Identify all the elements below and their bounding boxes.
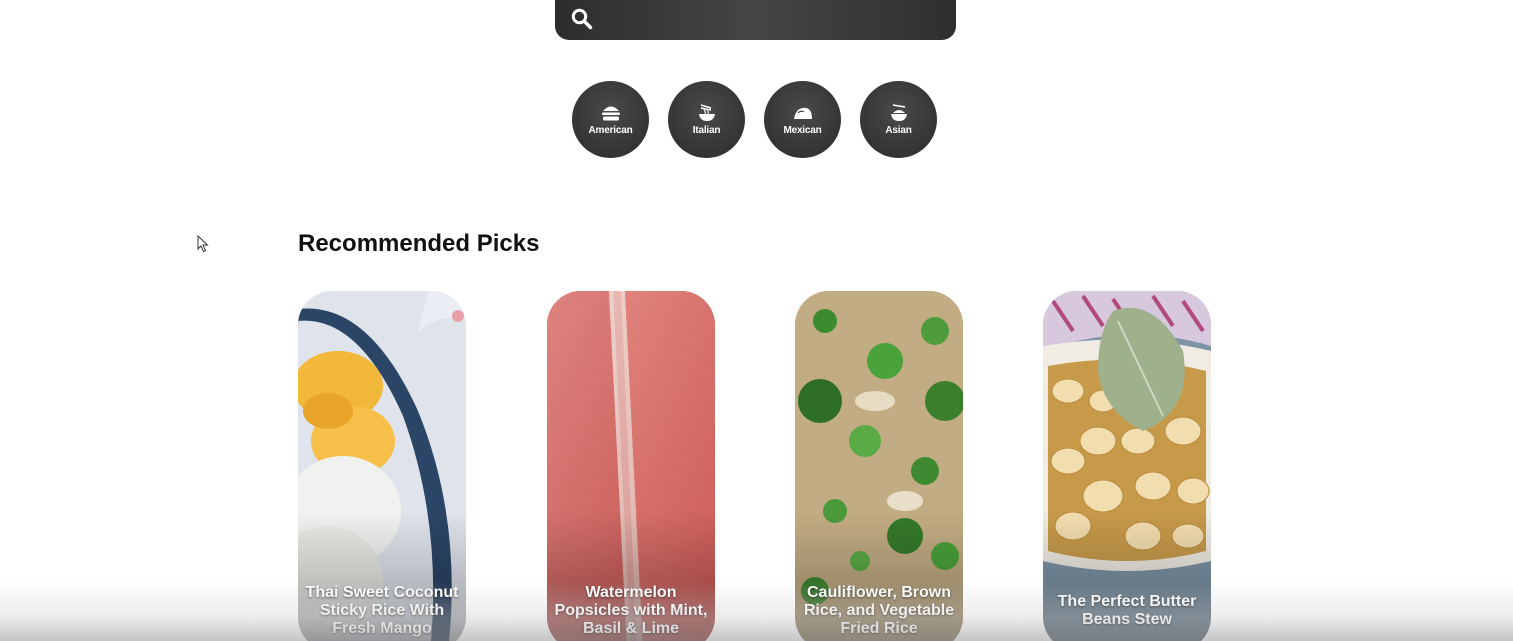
cuisine-label: Mexican bbox=[783, 125, 822, 136]
recipe-title: Thai Sweet Coconut Sticky Rice With Fres… bbox=[305, 584, 459, 637]
search-icon[interactable] bbox=[571, 8, 593, 30]
cuisine-label: American bbox=[588, 125, 633, 136]
search-bar[interactable] bbox=[555, 0, 956, 40]
recipe-title: Cauliflower, Brown Rice, and Vegetable F… bbox=[803, 584, 955, 637]
cuisine-filters: American Italian Mexican Asian bbox=[572, 81, 937, 158]
recipe-card[interactable]: Thai Sweet Coconut Sticky Rice With Fres… bbox=[298, 291, 466, 641]
recipe-title: Watermelon Popsicles with Mint, Basil & … bbox=[554, 584, 708, 637]
cuisine-asian-button[interactable]: Asian bbox=[860, 81, 937, 158]
cuisine-american-button[interactable]: American bbox=[572, 81, 649, 158]
mouse-cursor-icon bbox=[197, 235, 209, 253]
cuisine-label: Asian bbox=[885, 125, 912, 136]
recipe-card[interactable]: The Perfect Butter Beans Stew bbox=[1043, 291, 1211, 641]
rice-bowl-icon bbox=[890, 104, 907, 121]
cuisine-label: Italian bbox=[692, 125, 721, 136]
recipe-card[interactable]: Watermelon Popsicles with Mint, Basil & … bbox=[547, 291, 715, 641]
taco-icon bbox=[793, 107, 812, 119]
bottom-fade-overlay bbox=[0, 581, 1513, 641]
recipe-title: The Perfect Butter Beans Stew bbox=[1057, 593, 1197, 628]
noodle-bowl-icon bbox=[698, 104, 715, 121]
cuisine-italian-button[interactable]: Italian bbox=[668, 81, 745, 158]
cuisine-mexican-button[interactable]: Mexican bbox=[764, 81, 841, 158]
recipe-card[interactable]: Cauliflower, Brown Rice, and Vegetable F… bbox=[795, 291, 963, 641]
section-title: Recommended Picks bbox=[298, 230, 540, 257]
burger-icon bbox=[601, 106, 620, 121]
search-input[interactable] bbox=[593, 0, 956, 40]
